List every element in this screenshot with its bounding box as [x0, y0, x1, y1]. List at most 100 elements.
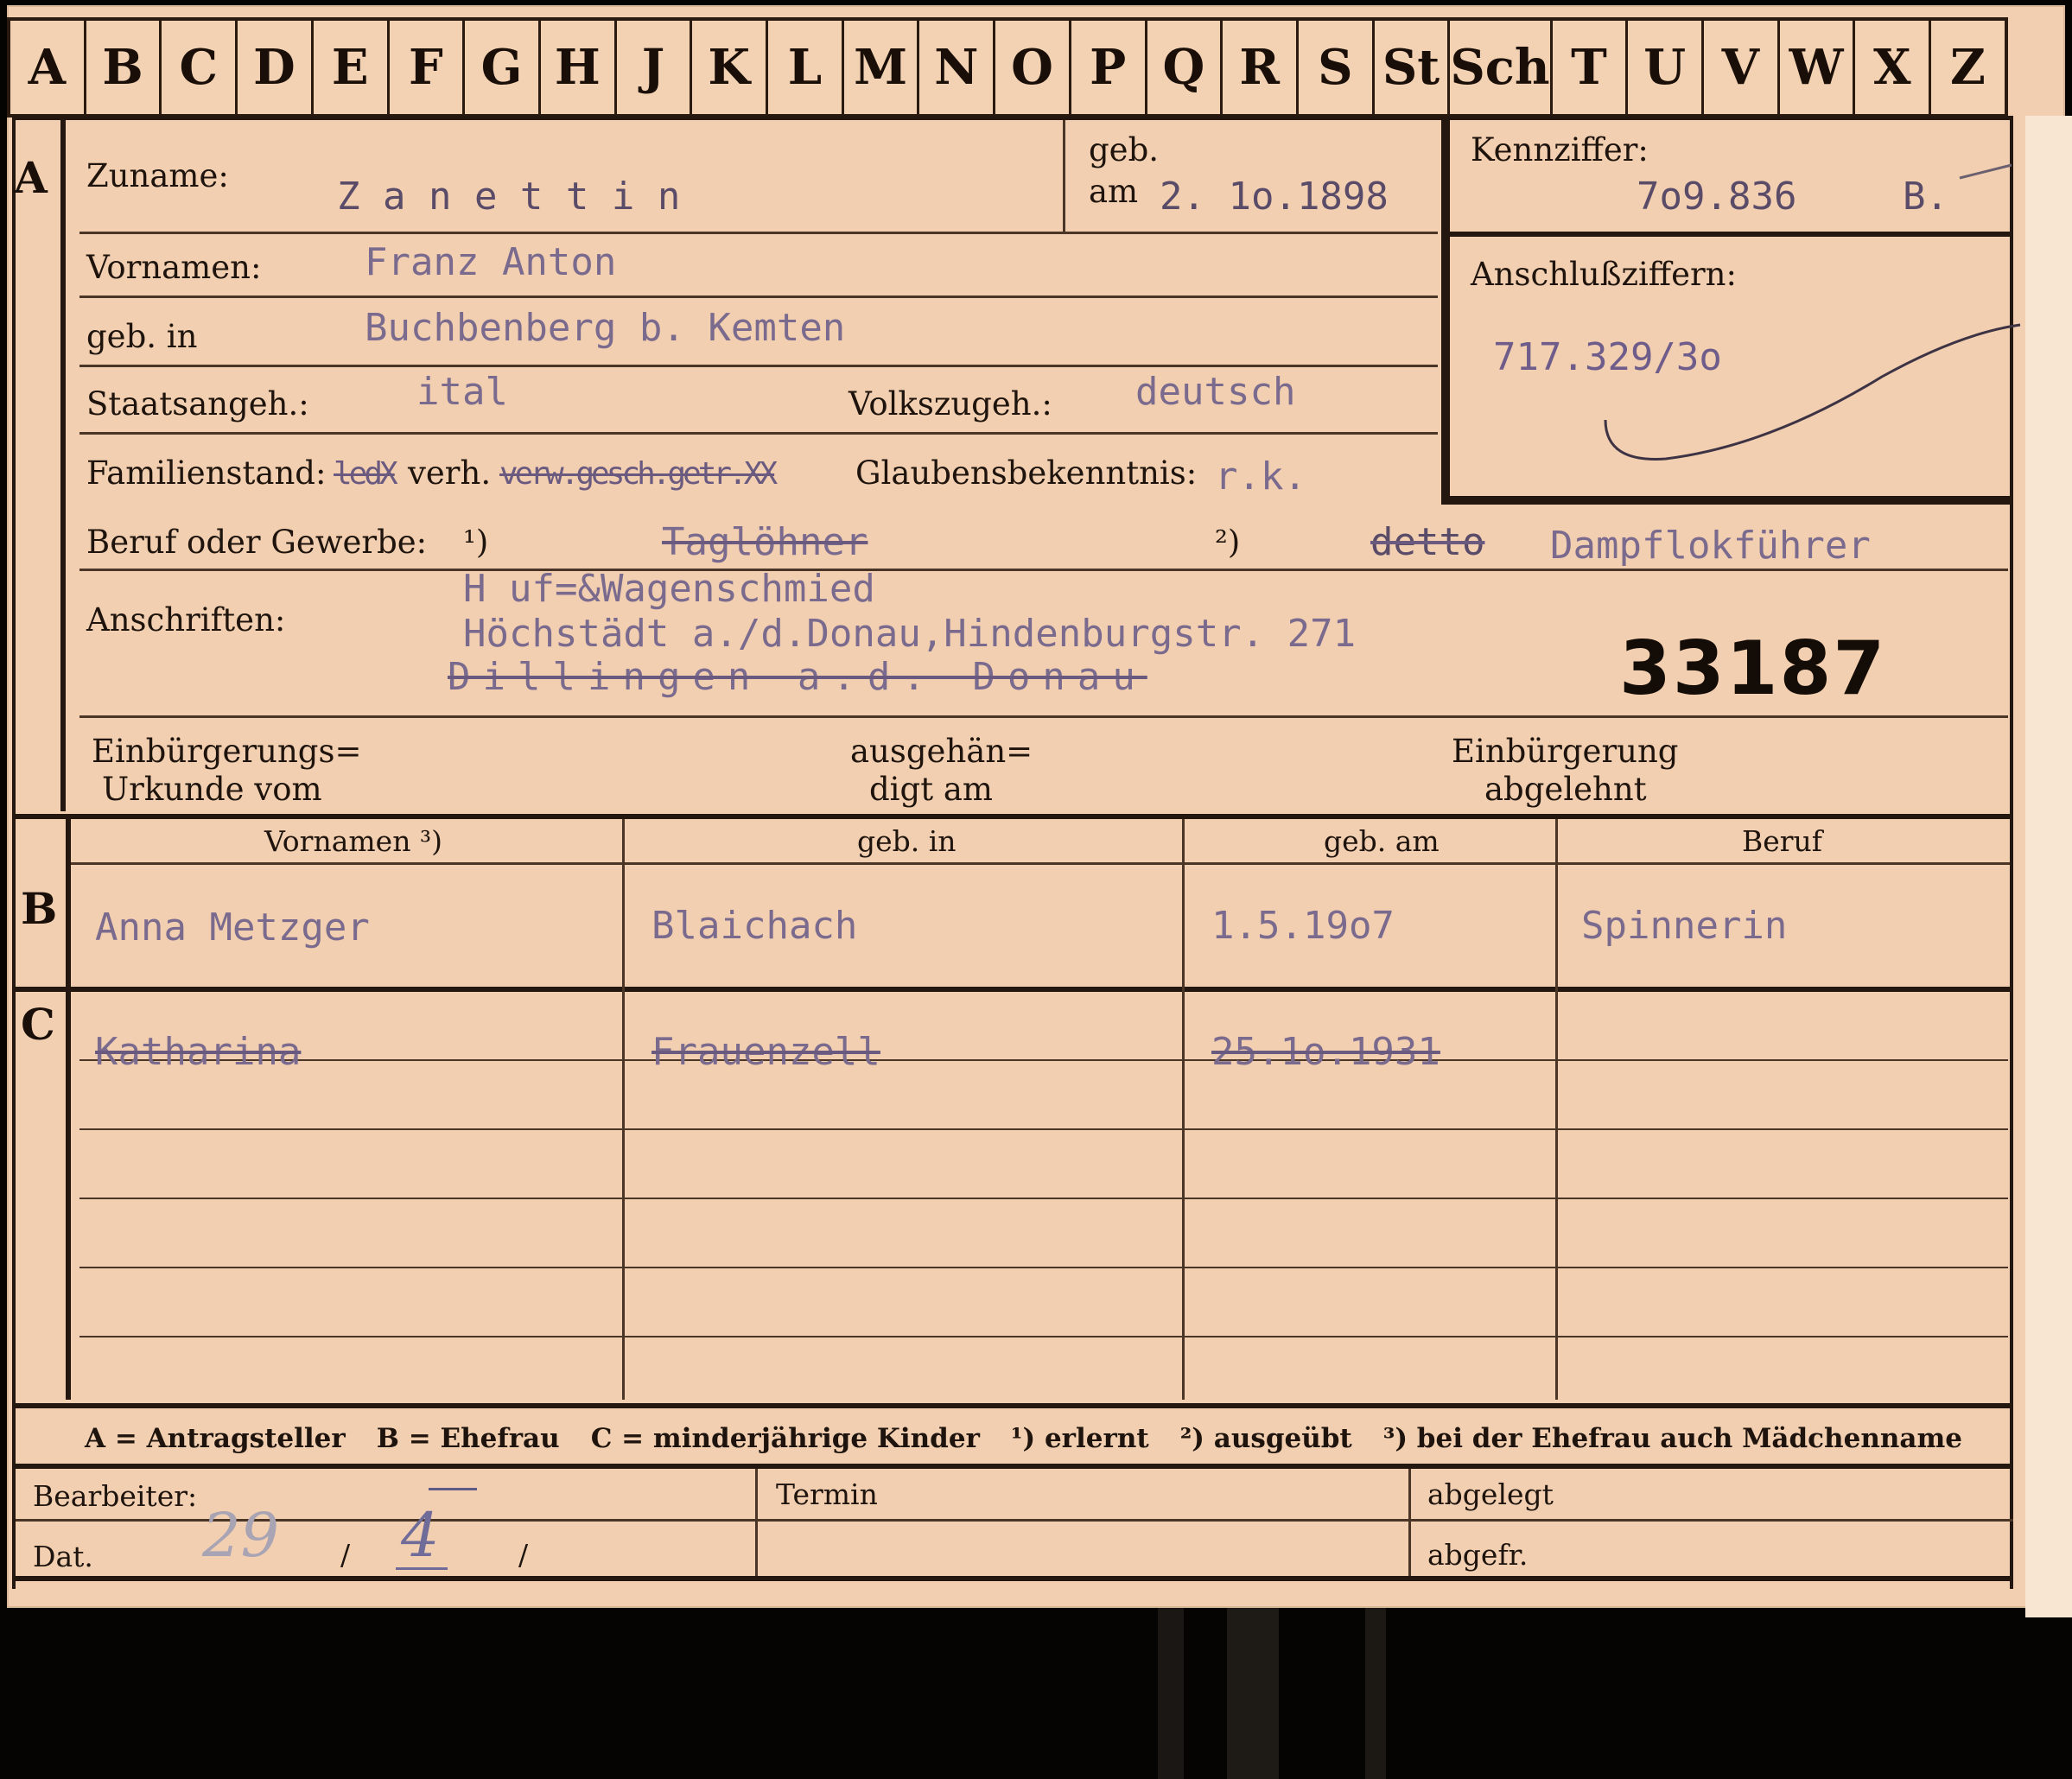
dat-label: Dat.: [33, 1540, 93, 1573]
tab-u[interactable]: U: [1628, 21, 1705, 114]
volkszugeh-value: deutsch: [1135, 370, 1296, 414]
beruf-erlernt-value: Taglöhner: [662, 520, 868, 564]
einbuergerung-abgelehnt-label-1: Einbürgerung: [1452, 733, 1679, 770]
ehefrau-vornamen: Anna Metzger: [95, 905, 370, 950]
child-row-rule: [79, 1198, 2008, 1199]
geb-in-label: geb. in: [86, 318, 198, 355]
tab-p[interactable]: P: [1071, 21, 1147, 114]
tab-g[interactable]: G: [465, 21, 541, 114]
child-row-rule: [79, 1336, 2008, 1337]
tab-z[interactable]: Z: [1931, 21, 2005, 114]
tab-o[interactable]: O: [995, 21, 1071, 114]
footer-divider: [755, 1469, 758, 1578]
legend-item: ¹) erlernt: [1010, 1423, 1149, 1454]
kind-vornamen: Katharina: [95, 1030, 302, 1074]
kennziffer-box-left: [1441, 116, 1450, 505]
zuname-label: Zuname:: [86, 157, 229, 194]
tab-t[interactable]: T: [1553, 21, 1629, 114]
beruf-ausgeuebt-value: Dampflokführer: [1550, 524, 1871, 568]
handwritten-underline: [396, 1567, 448, 1570]
tab-n[interactable]: N: [919, 21, 996, 114]
beruf-footnote-1: ¹): [463, 524, 489, 561]
ausgehaendigt-label-2: digt am: [869, 771, 993, 808]
familienstand-other-struck: verw.gesch.getr.XX: [499, 456, 778, 492]
anschrift-line-1: H uf=&Wagenschmied: [463, 567, 875, 611]
ausgehaendigt-label-1: ausgehän=: [850, 733, 1033, 770]
tab-e[interactable]: E: [314, 21, 390, 114]
row-rule: [79, 295, 1438, 298]
scan-background-stripe: [1365, 1607, 1386, 1779]
tab-r[interactable]: R: [1223, 21, 1299, 114]
einbuergerung-urkunde-label-2: Urkunde vom: [102, 771, 322, 808]
tab-m[interactable]: M: [844, 21, 920, 114]
einbuergerung-urkunde-label-1: Einbürgerungs=: [92, 733, 362, 770]
tab-h[interactable]: H: [541, 21, 617, 114]
tab-s[interactable]: S: [1299, 21, 1375, 114]
anschrift-line-2: Höchstädt a./d.Donau,Hindenburgstr. 271: [463, 612, 1357, 656]
col-divider: [1182, 819, 1185, 1400]
date-slash: /: [340, 1538, 351, 1572]
tab-sch[interactable]: Sch: [1450, 21, 1553, 114]
vornamen-value: Franz Anton: [365, 240, 617, 284]
tab-st[interactable]: St: [1375, 21, 1451, 114]
tab-x[interactable]: X: [1855, 21, 1932, 114]
tab-w[interactable]: W: [1780, 21, 1856, 114]
tab-c[interactable]: C: [162, 21, 238, 114]
col-divider: [622, 819, 625, 1400]
tab-v[interactable]: V: [1704, 21, 1780, 114]
tab-a[interactable]: A: [10, 21, 86, 114]
col-divider: [1555, 819, 1558, 1400]
termin-label: Termin: [776, 1477, 878, 1511]
familienstand-led-struck: ledX: [334, 456, 398, 492]
tab-l[interactable]: L: [768, 21, 844, 114]
ehefrau-geb-in: Blaichach: [651, 904, 858, 948]
row-rule: [79, 715, 2008, 718]
familienstand-verh: verh.: [408, 454, 492, 492]
section-b-top-rule: [12, 814, 2013, 819]
glaubensbekenntnis-value: r.k.: [1215, 454, 1306, 499]
legend-bottom-rule: [12, 1464, 2013, 1469]
familienstand-label: Familienstand:: [86, 454, 327, 492]
footer-bottom-rule: [12, 1576, 2013, 1581]
legend-item: ³) bei der Ehefrau auch Mädchenname: [1382, 1423, 1963, 1454]
section-c-top-rule: [12, 987, 2013, 992]
tab-k[interactable]: K: [692, 21, 769, 114]
section-letter-b: B: [21, 883, 58, 934]
volkszugeh-label: Volkszugeh.:: [849, 385, 1052, 423]
tab-q[interactable]: Q: [1147, 21, 1223, 114]
child-row-rule: [79, 1128, 2008, 1130]
scan-background-stripe: [1158, 1607, 1184, 1779]
section-a-left-rule: [60, 120, 66, 811]
kennziffer-box-bottom: [1441, 496, 2013, 505]
ehefrau-beruf: Spinnerin: [1581, 904, 1788, 948]
geb-am-divider: [1063, 120, 1065, 232]
geb-am-label: geb.: [1089, 131, 1160, 168]
geb-am-value: 2. 1o.1898: [1160, 175, 1389, 219]
tab-b[interactable]: B: [86, 21, 162, 114]
card-number: 33187: [1619, 626, 1887, 712]
legend-row: A = Antragsteller B = Ehefrau C = minder…: [24, 1412, 2012, 1465]
section-letter-c: C: [21, 999, 55, 1050]
legend-item: A = Antragsteller: [85, 1423, 346, 1454]
anschrift-line-3-struck: Dillingen a.d. Donau: [448, 655, 1147, 699]
legend-top-rule: [12, 1403, 2013, 1408]
tab-j[interactable]: J: [617, 21, 693, 114]
staatsangeh-value: ital: [416, 370, 508, 414]
section-bc-left-rule: [66, 819, 71, 1400]
tab-f[interactable]: F: [390, 21, 466, 114]
anschriften-label: Anschriften:: [86, 601, 286, 639]
row-rule: [79, 365, 1438, 367]
legend-item: B = Ehefrau: [376, 1423, 560, 1454]
left-border: [12, 120, 16, 1589]
legend-item: C = minderjährige Kinder: [590, 1423, 980, 1454]
scan-background-stripe: [1227, 1607, 1279, 1779]
card-edge-strip: [2025, 116, 2072, 1617]
beruf-footnote-2: ²): [1215, 524, 1241, 561]
th-geb-am: geb. am: [1324, 824, 1440, 858]
handwritten-dash: [429, 1488, 477, 1490]
tab-d[interactable]: D: [238, 21, 314, 114]
bearbeiter-label: Bearbeiter:: [33, 1479, 198, 1513]
beruf-label: Beruf oder Gewerbe:: [86, 524, 428, 561]
th-geb-in: geb. in: [857, 824, 957, 858]
handwritten-curve-mark: [1604, 163, 2021, 461]
